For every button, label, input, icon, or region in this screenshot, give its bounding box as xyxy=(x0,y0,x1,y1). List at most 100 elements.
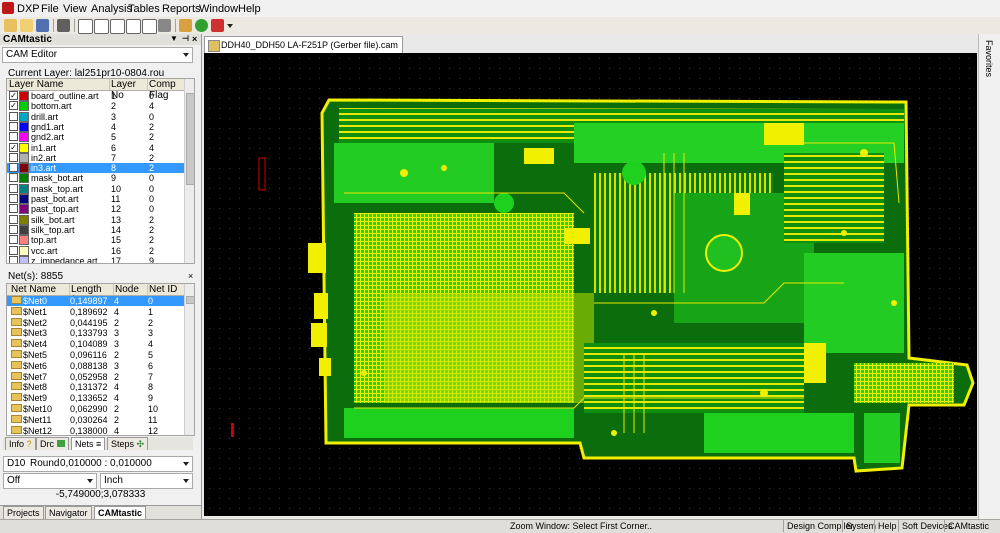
col-length[interactable]: Length (In... xyxy=(69,284,114,306)
dropdown-arrow-icon[interactable] xyxy=(227,24,233,28)
layer-row[interactable]: drill.art 3 0 xyxy=(7,111,184,122)
net-row[interactable]: $Net6 0,088138 3 6 xyxy=(7,360,184,371)
layer-color-swatch[interactable] xyxy=(19,111,29,122)
layer-row[interactable]: mask_bot.art 9 0 xyxy=(7,173,184,184)
layer-row[interactable]: mask_top.art 10 0 xyxy=(7,183,184,194)
net-row[interactable]: $Net0 0,149897 4 0 xyxy=(7,296,184,306)
status-camtastic[interactable]: CAMtastic xyxy=(944,520,992,532)
layer-color-swatch[interactable] xyxy=(19,224,29,235)
tab-projects[interactable]: Projects xyxy=(3,506,44,519)
zoom-out-icon[interactable] xyxy=(126,19,141,34)
status-help[interactable]: Help xyxy=(874,520,900,532)
pan-hand-icon[interactable] xyxy=(142,19,157,34)
layer-row[interactable]: in2.art 7 2 xyxy=(7,152,184,163)
layer-visible-checkbox[interactable] xyxy=(9,214,18,224)
tab-navigator[interactable]: Navigator xyxy=(45,506,92,519)
layer-row[interactable]: in3.art 8 2 xyxy=(7,163,184,174)
menu-tables[interactable]: Tables xyxy=(128,3,160,15)
menu-file[interactable]: File xyxy=(41,3,59,15)
layer-color-swatch[interactable] xyxy=(19,204,29,215)
menu-analysis[interactable]: Analysis xyxy=(91,3,132,15)
layer-color-swatch[interactable] xyxy=(19,214,29,225)
layer-visible-checkbox[interactable] xyxy=(9,163,18,173)
layer-row[interactable]: gnd2.art 5 2 xyxy=(7,132,184,143)
units-select[interactable]: Inch xyxy=(100,473,193,489)
layer-row[interactable]: silk_bot.art 13 2 xyxy=(7,214,184,225)
layer-color-swatch[interactable] xyxy=(19,91,29,101)
layer-row[interactable]: silk_top.art 14 2 xyxy=(7,224,184,235)
layer-color-swatch[interactable] xyxy=(19,163,29,174)
layer-color-swatch[interactable] xyxy=(19,152,29,163)
layer-color-swatch[interactable] xyxy=(19,101,29,112)
favorites-tab[interactable]: Favorites xyxy=(984,40,994,77)
editor-select[interactable]: CAM Editor xyxy=(2,47,193,63)
layer-row[interactable]: z_impedance.art 17 9 xyxy=(7,255,184,263)
layer-visible-checkbox[interactable] xyxy=(9,245,18,255)
layer-color-swatch[interactable] xyxy=(19,173,29,184)
col-layer-name[interactable]: Layer Name xyxy=(7,79,110,90)
layer-visible-checkbox[interactable] xyxy=(9,132,18,142)
zoom-in-icon[interactable] xyxy=(110,19,125,34)
layer-visible-checkbox[interactable]: ✓ xyxy=(9,142,18,152)
menu-help[interactable]: Help xyxy=(238,3,261,15)
layer-row[interactable]: gnd1.art 4 2 xyxy=(7,121,184,132)
drc-icon[interactable] xyxy=(195,19,208,32)
layer-visible-checkbox[interactable] xyxy=(9,235,18,245)
tab-info[interactable]: Info ? xyxy=(5,437,36,450)
layer-color-swatch[interactable] xyxy=(19,245,29,256)
scroll-thumb[interactable] xyxy=(186,296,194,304)
select-icon[interactable] xyxy=(179,19,192,32)
layer-row[interactable]: past_bot.art 11 0 xyxy=(7,194,184,204)
col-node-count[interactable]: Node C... xyxy=(113,284,148,306)
layer-row[interactable]: ✓ board_outline.art 1 0 xyxy=(7,91,184,101)
col-layer-no[interactable]: Layer No xyxy=(109,79,148,101)
save-icon[interactable] xyxy=(36,19,49,32)
col-net-id[interactable]: Net ID xyxy=(147,284,187,295)
layer-row[interactable]: ✓ in1.art 6 4 xyxy=(7,142,184,153)
menu-view[interactable]: View xyxy=(63,3,87,15)
col-comp-flag[interactable]: Comp Flag xyxy=(147,79,188,101)
layer-row[interactable]: ✓ bottom.art 2 4 xyxy=(7,101,184,112)
menu-dxp[interactable]: DXP xyxy=(17,3,40,15)
layer-row[interactable]: past_top.art 12 0 xyxy=(7,204,184,215)
layer-visible-checkbox[interactable] xyxy=(9,255,18,263)
net-row[interactable]: $Net12 0,138000 4 12 xyxy=(7,425,184,435)
layer-color-swatch[interactable] xyxy=(19,255,29,263)
pcb-board-view[interactable] xyxy=(204,53,977,516)
layer-color-swatch[interactable] xyxy=(19,235,29,246)
scroll-thumb[interactable] xyxy=(186,93,194,185)
net-row[interactable]: $Net10 0,062990 2 10 xyxy=(7,404,184,414)
nets-close-icon[interactable]: × xyxy=(188,271,193,281)
net-row[interactable]: $Net3 0,133793 3 3 xyxy=(7,328,184,338)
layer-visible-checkbox[interactable] xyxy=(9,111,18,121)
net-row[interactable]: $Net5 0,096116 2 5 xyxy=(7,350,184,360)
tab-steps[interactable]: Steps ✣ xyxy=(107,437,149,450)
open-file-icon[interactable] xyxy=(20,19,33,32)
layer-scrollbar[interactable] xyxy=(184,79,194,263)
menu-window[interactable]: Window xyxy=(199,3,238,15)
layers-icon[interactable] xyxy=(57,19,70,32)
layer-color-swatch[interactable] xyxy=(19,132,29,143)
layer-color-swatch[interactable] xyxy=(19,142,29,153)
cam-canvas[interactable] xyxy=(204,53,977,516)
tab-drc[interactable]: Drc xyxy=(36,437,69,450)
snap-select[interactable]: Off xyxy=(3,473,97,489)
close-icon[interactable]: × xyxy=(192,34,197,44)
menu-reports[interactable]: Reports xyxy=(162,3,201,15)
layer-visible-checkbox[interactable]: ✓ xyxy=(9,91,18,100)
layer-visible-checkbox[interactable] xyxy=(9,194,18,203)
layer-visible-checkbox[interactable] xyxy=(9,224,18,234)
layer-visible-checkbox[interactable] xyxy=(9,121,18,131)
layer-visible-checkbox[interactable] xyxy=(9,152,18,162)
layer-visible-checkbox[interactable] xyxy=(9,183,18,193)
layer-visible-checkbox[interactable] xyxy=(9,173,18,183)
net-row[interactable]: $Net11 0,030264 2 11 xyxy=(7,414,184,425)
layer-color-swatch[interactable] xyxy=(19,183,29,194)
zoom-fit-icon[interactable] xyxy=(78,19,93,34)
dcode-select[interactable]: D10 Round 0,010000 : 0,010000 xyxy=(3,456,193,472)
tab-camtastic[interactable]: CAMtastic xyxy=(94,506,147,519)
net-row[interactable]: $Net9 0,133652 4 9 xyxy=(7,393,184,403)
dxp-logo-icon[interactable] xyxy=(2,2,14,14)
open-folder-icon[interactable] xyxy=(4,19,17,32)
zoom-area-icon[interactable] xyxy=(94,19,109,34)
